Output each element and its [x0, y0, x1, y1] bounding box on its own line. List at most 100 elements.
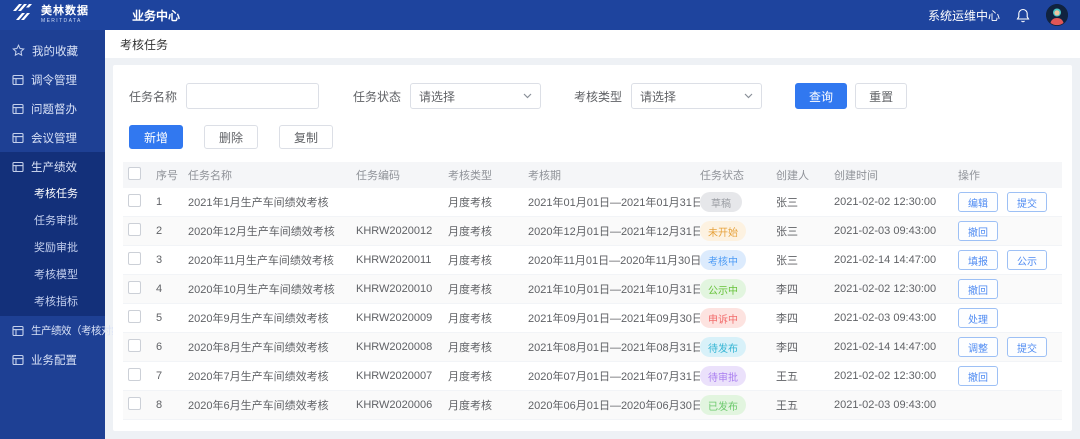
action-button[interactable]: 调整 — [958, 337, 998, 357]
sidebar-item-2[interactable]: 调令管理 — [0, 65, 105, 94]
task-name-input[interactable] — [186, 83, 320, 109]
sidebar-item-3[interactable]: 问题督办 — [0, 94, 105, 123]
row-actions: 处理 — [958, 308, 1057, 328]
row-checkbox[interactable] — [128, 310, 141, 323]
breadcrumb: 考核任务 — [120, 37, 169, 52]
row-checkbox-cell — [128, 368, 156, 384]
row-index: 1 — [156, 196, 163, 208]
status-badge: 已发布 — [700, 395, 746, 415]
sidebar-subitem[interactable]: 奖励审批 — [0, 235, 105, 262]
status-badge: 待审批 — [700, 366, 746, 386]
content-card: 任务名称 任务状态 请选择 考核类型 请选择 查询 重置 新增 删除 复制 序号… — [113, 65, 1072, 431]
sidebar-item-6[interactable]: 生产绩效（考核对象） — [0, 316, 132, 345]
action-button[interactable]: 撤回 — [958, 279, 998, 299]
action-button[interactable]: 提交 — [1007, 337, 1047, 357]
row-checkbox[interactable] — [128, 368, 141, 381]
task-code: KHRW2020008 — [356, 341, 433, 353]
app-logo: 美林数据 MERITDATA — [0, 3, 118, 27]
sidebar-item-4[interactable]: 会议管理 — [0, 123, 105, 152]
action-button[interactable]: 撤回 — [958, 221, 998, 241]
top-header: 美林数据 MERITDATA 业务中心 系统运维中心 — [0, 0, 1080, 30]
assess-type: 月度考核 — [448, 313, 492, 325]
nav-ops-center[interactable]: 系统运维中心 — [928, 7, 1000, 24]
sidebar-item-label: 问题督办 — [31, 103, 77, 116]
status-badge: 草稿 — [700, 192, 742, 212]
row-checkbox[interactable] — [128, 252, 141, 265]
created-time: 2021-02-03 09:43:00 — [834, 225, 937, 237]
created-time: 2021-02-02 12:30:00 — [834, 370, 937, 382]
row-index: 6 — [156, 341, 163, 353]
sidebar-item-label: 我的收藏 — [32, 45, 78, 58]
task-code: KHRW2020009 — [356, 312, 433, 324]
row-checkbox[interactable] — [128, 281, 141, 294]
task-code: KHRW2020007 — [356, 370, 433, 382]
select-all-checkbox[interactable] — [128, 167, 141, 180]
sidebar-subgroup: 考核任务 任务审批 奖励审批 考核模型 考核指标 — [0, 181, 105, 316]
status-cell: 待发布 — [700, 337, 776, 357]
assess-period: 2021年08月01日—2021年08月31日 — [528, 342, 700, 354]
status-badge: 待发布 — [700, 337, 746, 357]
chevron-down-icon — [744, 93, 753, 99]
row-checkbox[interactable] — [128, 339, 141, 352]
column-header: 创建人 — [776, 170, 809, 182]
table-row: 5 2020年9月生产车间绩效考核 KHRW2020009 月度考核 2021年09月0… — [123, 304, 1062, 333]
sidebar-subitem[interactable]: 考核模型 — [0, 262, 105, 289]
sidebar-subitem[interactable]: 考核任务 — [0, 181, 105, 208]
row-checkbox[interactable] — [128, 397, 141, 410]
column-header: 操作 — [958, 170, 980, 182]
task-name: 2020年10月生产车间绩效考核 — [188, 284, 335, 296]
sidebar-item-label: 业务配置 — [31, 354, 77, 367]
action-button[interactable]: 编辑 — [958, 192, 998, 212]
reset-button[interactable]: 重置 — [855, 83, 908, 109]
add-button[interactable]: 新增 — [129, 125, 184, 149]
created-time: 2021-02-14 14:47:00 — [834, 254, 937, 266]
assess-period: 2020年07月01日—2021年07月31日 — [528, 371, 700, 383]
row-checkbox-cell — [128, 339, 156, 355]
sidebar-item-7[interactable]: 业务配置 — [0, 345, 105, 374]
user-avatar[interactable] — [1046, 4, 1068, 26]
assess-type: 月度考核 — [448, 284, 492, 296]
status-badge: 申诉中 — [700, 308, 746, 328]
nav-business-center[interactable]: 业务中心 — [132, 7, 180, 24]
row-checkbox[interactable] — [128, 223, 141, 236]
row-actions: 撤回 — [958, 366, 1057, 386]
creator: 张三 — [776, 226, 798, 238]
action-button[interactable]: 填报 — [958, 250, 998, 270]
sidebar-subitem[interactable]: 考核指标 — [0, 289, 105, 316]
column-header: 序号 — [156, 170, 178, 182]
toolbar: 新增 删除 复制 — [123, 125, 1062, 162]
row-index: 7 — [156, 370, 163, 382]
column-header: 任务编码 — [356, 170, 400, 182]
status-cell: 待审批 — [700, 366, 776, 386]
assess-period: 2020年06月01日—2020年06月30日 — [528, 400, 700, 412]
column-header: 考核类型 — [448, 170, 492, 182]
creator: 王五 — [776, 400, 798, 412]
delete-button[interactable]: 删除 — [204, 125, 259, 149]
status-cell: 申诉中 — [700, 308, 776, 328]
created-time: 2021-02-03 09:43:00 — [834, 399, 937, 411]
assess-type-select[interactable]: 请选择 — [631, 83, 763, 109]
action-button[interactable]: 提交 — [1007, 192, 1047, 212]
task-code: KHRW2020011 — [356, 254, 432, 266]
table-row: 6 2020年8月生产车间绩效考核 KHRW2020008 月度考核 2021年08月0… — [123, 333, 1062, 362]
table-row: 3 2020年11月生产车间绩效考核 KHRW2020011 月度考核 2020年11月… — [123, 246, 1062, 275]
star-icon — [12, 44, 25, 57]
sidebar-item-5[interactable]: 生产绩效 — [0, 152, 105, 181]
task-status-select[interactable]: 请选择 — [410, 83, 542, 109]
row-checkbox[interactable] — [128, 194, 141, 207]
search-button[interactable]: 查询 — [795, 83, 848, 109]
row-checkbox-cell — [128, 194, 156, 210]
select-all-checkbox-cell — [128, 167, 156, 183]
row-checkbox-cell — [128, 310, 156, 326]
action-button[interactable]: 处理 — [958, 308, 998, 328]
action-button[interactable]: 公示 — [1007, 250, 1047, 270]
task-code: KHRW2020012 — [356, 225, 433, 237]
action-button[interactable]: 撤回 — [958, 366, 998, 386]
assess-type: 月度考核 — [448, 342, 492, 354]
status-cell: 未开始 — [700, 221, 776, 241]
notification-bell-icon[interactable] — [1016, 8, 1030, 23]
sidebar-subitem[interactable]: 任务审批 — [0, 208, 105, 235]
row-checkbox-cell — [128, 397, 156, 413]
sidebar-item-1[interactable]: 我的收藏 — [0, 36, 105, 65]
copy-button[interactable]: 复制 — [279, 125, 334, 149]
